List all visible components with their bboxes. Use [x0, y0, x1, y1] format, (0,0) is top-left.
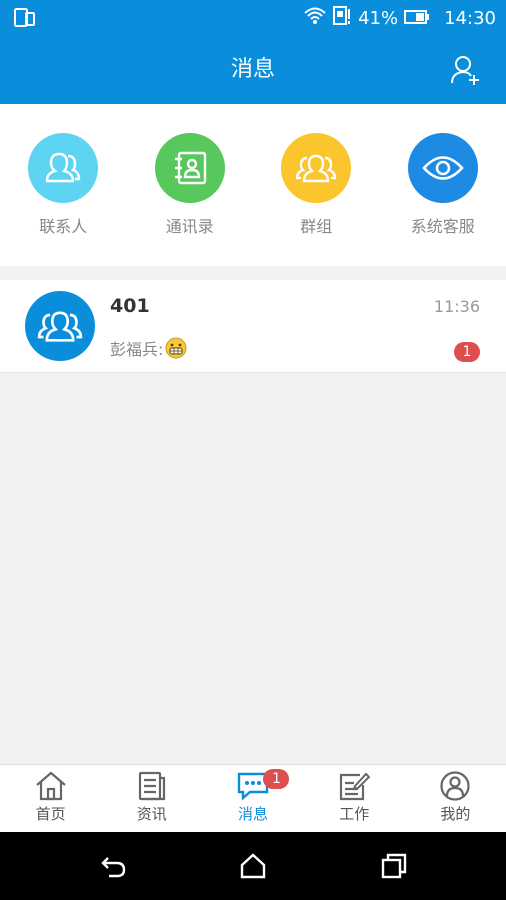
- battery-percent: 41%: [358, 7, 399, 29]
- shortcut-label: 系统客服: [410, 217, 475, 236]
- wifi-icon: [304, 6, 326, 31]
- shortcut-grid: 联系人 通讯录 群组 系统客服: [0, 104, 506, 266]
- system-nav-bar: [0, 832, 506, 900]
- tab-home[interactable]: 首页: [0, 765, 101, 833]
- contacts-circle: [28, 133, 99, 203]
- tab-label: 工作: [339, 805, 370, 823]
- address-book-icon: [174, 151, 206, 185]
- battery-icon: [404, 8, 430, 29]
- add-person-icon: [451, 56, 479, 85]
- grinning-emoji-icon: [165, 337, 187, 359]
- eye-icon: [421, 156, 464, 180]
- recent-apps-button[interactable]: [380, 852, 408, 884]
- group-avatar: [25, 291, 95, 361]
- tab-profile[interactable]: 我的: [405, 765, 506, 833]
- unread-badge: 1: [454, 342, 480, 362]
- group-circle: [281, 133, 352, 203]
- group-icon: [296, 154, 337, 183]
- status-bar: 41% 14:30: [0, 0, 506, 36]
- tab-label: 我的: [440, 805, 471, 823]
- tab-work[interactable]: 工作: [304, 765, 405, 833]
- bottom-tab-bar: 首页 资讯 消息 1 工作 我的: [0, 764, 506, 833]
- sim-icon: [332, 5, 352, 32]
- app-bar: 消息: [0, 36, 506, 104]
- home-icon: [35, 771, 66, 801]
- eye-circle: [407, 133, 478, 203]
- conversation-preview: 彭福兵:: [110, 336, 187, 360]
- tab-messages[interactable]: 消息 1: [202, 765, 303, 833]
- shortcut-contacts[interactable]: 联系人: [0, 104, 126, 266]
- profile-icon: [440, 771, 471, 801]
- tab-badge: 1: [263, 769, 290, 789]
- shortcut-label: 联系人: [39, 217, 88, 236]
- group-icon: [37, 311, 83, 342]
- news-icon: [138, 771, 165, 801]
- contacts-icon: [46, 152, 81, 183]
- address-book-circle: [154, 133, 225, 203]
- page-title: 消息: [230, 57, 275, 82]
- shortcut-support[interactable]: 系统客服: [380, 104, 506, 266]
- tab-label: 消息: [238, 805, 269, 823]
- conversation-time: 11:36: [433, 297, 480, 316]
- add-contact-button[interactable]: [450, 54, 482, 86]
- conversation-item[interactable]: 401 11:36 彭福兵: 1: [0, 280, 506, 373]
- tab-label: 首页: [35, 805, 66, 823]
- shortcut-label: 通讯录: [165, 217, 214, 236]
- shortcut-label: 群组: [300, 217, 333, 236]
- conversation-name: 401: [110, 295, 150, 317]
- phone-notification-icon: [14, 8, 36, 32]
- shortcut-address-book[interactable]: 通讯录: [127, 104, 253, 266]
- back-icon: [101, 857, 126, 878]
- preview-text: 彭福兵:: [110, 340, 164, 359]
- home-nav-icon: [240, 853, 266, 879]
- recent-apps-icon: [381, 853, 407, 879]
- home-button[interactable]: [239, 852, 267, 884]
- work-icon: [340, 772, 371, 801]
- back-button[interactable]: [99, 852, 127, 884]
- tab-news[interactable]: 资讯: [101, 765, 202, 833]
- tab-label: 资讯: [136, 805, 167, 823]
- clock: 14:30: [444, 7, 496, 29]
- shortcut-groups[interactable]: 群组: [253, 104, 379, 266]
